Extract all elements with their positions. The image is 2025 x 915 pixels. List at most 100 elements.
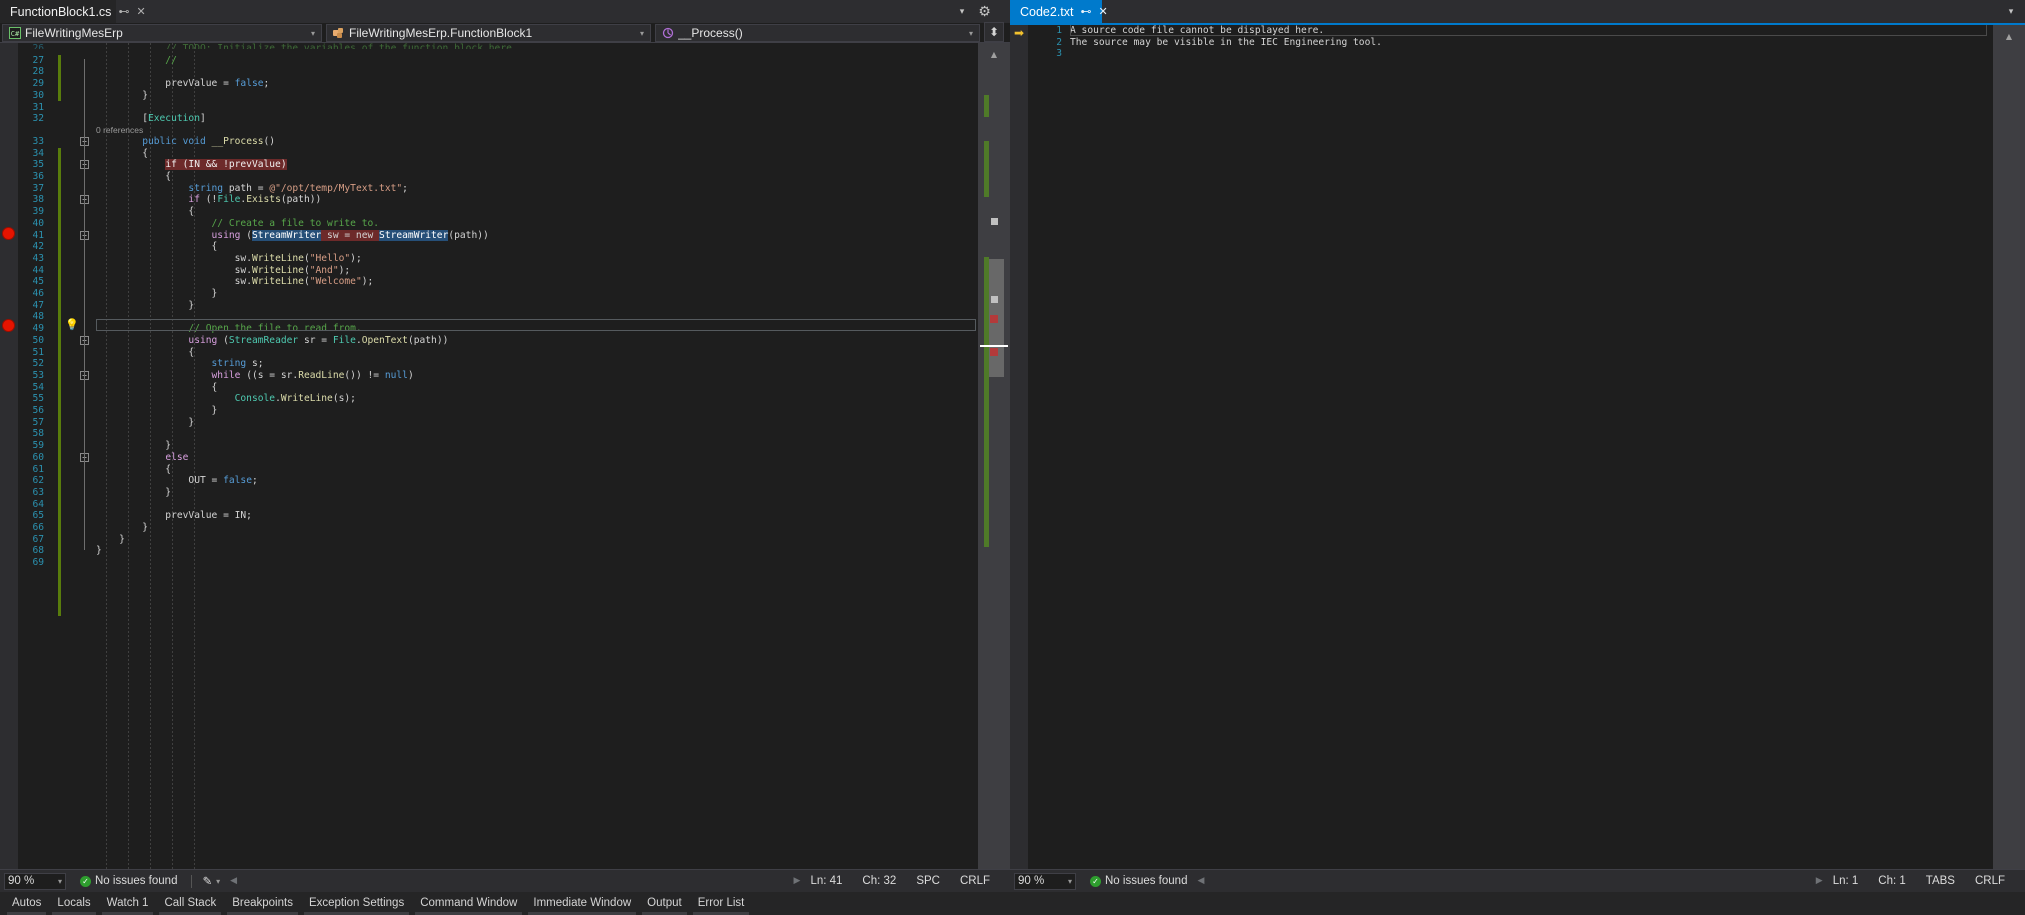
code-line[interactable]: 69 [18,557,978,569]
lightbulb-icon[interactable]: 💡 [65,319,79,331]
close-icon[interactable]: ✕ [136,6,145,17]
right-code-surface[interactable]: 1A source code file cannot be displayed … [1028,25,1993,869]
line-text: { [96,463,172,475]
tab-code2-txt[interactable]: Code2.txt ⊷ ✕ [1010,0,1108,23]
code-line[interactable]: 68} [18,545,978,557]
code-line[interactable]: 33 public void __Process() [18,136,978,148]
code-line[interactable]: 64 [18,499,978,511]
chevron-down-icon[interactable]: ▾ [58,877,62,886]
left-glyph-margin[interactable] [0,43,18,869]
scroll-up-icon[interactable]: ▲ [2001,29,2017,45]
code-line[interactable]: 39 { [18,206,978,218]
code-line[interactable]: 38 if (!File.Exists(path)) [18,194,978,206]
codelens-references[interactable]: 0 references [96,125,143,136]
code-line[interactable]: 45 sw.WriteLine("Welcome"); [18,276,978,288]
pin-icon[interactable]: ⊷ [1081,6,1092,17]
horizontal-scrollbar[interactable]: ◀ ▶ [230,876,800,886]
code-line[interactable]: 46 } [18,288,978,300]
member-combo[interactable]: __Process() ▾ [655,24,980,42]
code-line[interactable]: 49 // Open the file to read from. [18,323,978,335]
code-line[interactable]: 34 { [18,148,978,160]
code-line[interactable]: 50 using (StreamReader sr = File.OpenTex… [18,335,978,347]
pin-icon[interactable]: ⊷ [118,6,129,17]
zoom-selector[interactable]: 90 % ▾ [1014,872,1076,890]
code-line[interactable]: 48 [18,311,978,323]
code-line[interactable]: 44 sw.WriteLine("And"); [18,265,978,277]
code-line[interactable]: 2 The source may be visible in the IEC En… [1028,37,1993,49]
line-number: 59 [32,440,44,452]
pen-icon[interactable]: ✎ [202,874,212,888]
code-line[interactable]: 35 if (IN && !prevValue) [18,159,978,171]
code-line[interactable]: 27 // [18,55,978,67]
code-line[interactable]: 67 } [18,534,978,546]
zoom-selector[interactable]: 90 % ▾ [4,872,66,890]
split-window-icon[interactable]: ⬍ [984,22,1004,42]
code-line[interactable]: 57 } [18,417,978,429]
code-line[interactable]: 41 using (StreamWriter sw = new StreamWr… [18,229,978,242]
issues-status[interactable]: ✓ No issues found [1090,875,1187,887]
code-line[interactable]: 52 string s; [18,358,978,370]
project-combo[interactable]: C# FileWritingMesErp ▾ [2,24,322,42]
code-line[interactable]: 28 [18,66,978,78]
code-line[interactable]: 42 { [18,241,978,253]
code-line[interactable]: 30 } [18,90,978,102]
left-vertical-scrollbar[interactable]: ▲ [978,43,1010,869]
right-vertical-scrollbar[interactable]: ▲ [1993,25,2025,869]
scroll-up-icon[interactable]: ▲ [986,47,1002,63]
eol-mode[interactable]: CRLF [1975,875,2005,887]
code-line[interactable]: 63 } [18,487,978,499]
scroll-right-icon[interactable]: ▶ [794,876,801,886]
left-code-editor[interactable]: 26 // TODO: Initialize the variables of … [0,43,1010,869]
left-code-surface[interactable]: 26 // TODO: Initialize the variables of … [18,43,978,869]
chevron-down-icon[interactable]: ▾ [2003,2,2019,21]
code-line[interactable]: 26 // TODO: Initialize the variables of … [18,43,978,49]
code-line[interactable]: 31 [18,102,978,114]
type-combo[interactable]: FileWritingMesErp.FunctionBlock1 ▾ [326,24,651,42]
code-line[interactable]: 58 [18,428,978,440]
breakpoint-icon[interactable] [2,227,15,240]
code-line[interactable]: 3 [1028,48,1993,60]
code-line[interactable]: 53 while ((s = sr.ReadLine()) != null) [18,370,978,382]
code-line[interactable]: 62 OUT = false; [18,475,978,487]
eol-mode[interactable]: CRLF [960,875,990,887]
code-line[interactable]: 37 string path = @"/opt/temp/MyText.txt"… [18,183,978,195]
chevron-down-icon[interactable]: ▾ [636,29,648,38]
issues-status[interactable]: ✓ No issues found [80,875,177,887]
line-text: if (!File.Exists(path)) [188,194,322,206]
bookmark-arrow-icon[interactable]: ➡ [1012,27,1026,39]
scroll-right-icon[interactable]: ▶ [1816,876,1823,886]
line-text: } [96,299,195,311]
gear-icon[interactable]: ⚙ [975,2,994,21]
chevron-down-icon[interactable]: ▾ [216,877,220,886]
chevron-down-icon[interactable]: ▾ [965,29,977,38]
code-line[interactable]: 43 sw.WriteLine("Hello"); [18,253,978,265]
code-line[interactable]: 65 prevValue = IN; [18,510,978,522]
pen-tool[interactable]: ✎ ▾ [202,874,220,888]
chevron-down-icon[interactable]: ▾ [307,29,319,38]
code-line[interactable]: 56 } [18,405,978,417]
code-line[interactable]: 59 } [18,440,978,452]
breakpoint-icon[interactable] [2,319,15,332]
scroll-left-icon[interactable]: ◀ [230,876,237,886]
code-line[interactable]: 60 else [18,452,978,464]
chevron-down-icon[interactable]: ▾ [1068,877,1072,886]
indent-mode[interactable]: TABS [1926,875,1955,887]
code-line[interactable]: 47 } [18,300,978,312]
code-line[interactable]: 54 { [18,382,978,394]
right-code-editor[interactable]: ➡ 1A source code file cannot be displaye… [1010,25,2025,869]
right-glyph-margin[interactable]: ➡ [1010,25,1028,869]
chevron-down-icon[interactable]: ▾ [954,2,970,21]
code-line[interactable]: 61 { [18,464,978,476]
code-line[interactable]: 51 { [18,347,978,359]
code-line[interactable]: 66 } [18,522,978,534]
horizontal-scrollbar[interactable]: ◀ ▶ [1197,876,1822,886]
code-line[interactable]: 55 Console.WriteLine(s); [18,393,978,405]
scroll-left-icon[interactable]: ◀ [1197,876,1204,886]
tab-function-block1-cs[interactable]: FunctionBlock1.cs ⊷ ✕ [0,0,146,23]
code-line[interactable]: 36 { [18,171,978,183]
code-line[interactable]: 40 // Create a file to write to. [18,218,978,230]
close-icon[interactable]: ✕ [1099,6,1108,17]
code-line[interactable]: 32 [Execution] [18,113,978,125]
code-line[interactable]: 29 prevValue = false; [18,78,978,90]
indent-mode[interactable]: SPC [916,875,940,887]
